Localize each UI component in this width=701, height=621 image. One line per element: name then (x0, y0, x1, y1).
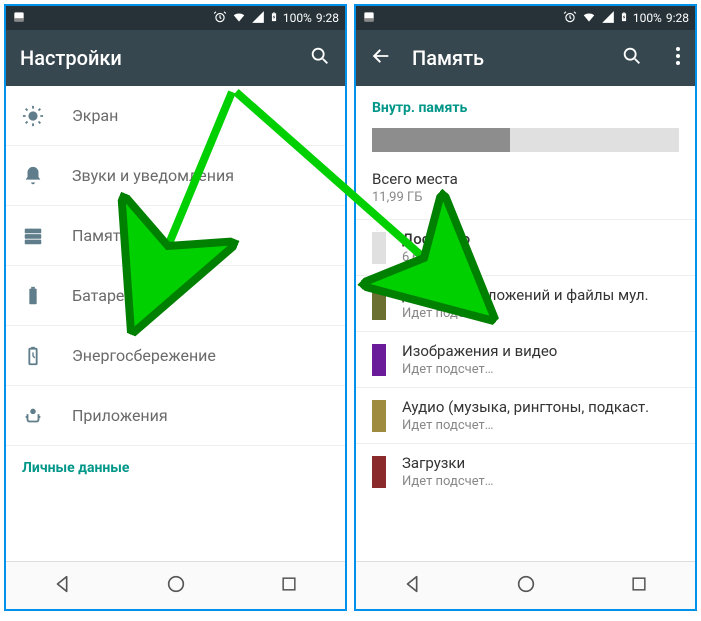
storage-used-fill (372, 128, 510, 152)
swatch-audio (372, 400, 386, 432)
swatch-downloads (372, 456, 386, 488)
recent-nav-icon[interactable] (279, 574, 299, 598)
swatch-apps (372, 288, 386, 320)
available-value: 6,63 ГБ (402, 250, 470, 265)
settings-item-storage[interactable]: Память (6, 206, 345, 266)
signal-icon (601, 10, 615, 27)
app-bar: Память (356, 30, 695, 86)
item-label: Экран (72, 106, 118, 125)
clock: 9:28 (316, 11, 339, 25)
brightness-icon (22, 105, 44, 127)
cat-label: Изображения и видео (402, 342, 557, 360)
cat-sub: Идет подсчет… (402, 474, 494, 489)
cat-sub: Идет подсчет… (402, 306, 649, 321)
phone-storage: 100% 9:28 Память Внутр. память Всего мес… (354, 4, 697, 611)
settings-item-apps[interactable]: Приложения (6, 386, 345, 446)
cat-label: Аудио (музыка, рингтоны, подкаст. (402, 398, 649, 416)
item-label: Звуки и уведомления (72, 166, 234, 185)
battery-percentage: 100% (283, 11, 312, 25)
wifi-icon (581, 10, 597, 27)
recent-nav-icon[interactable] (629, 574, 649, 598)
battery-icon (269, 10, 279, 27)
clock: 9:28 (666, 11, 689, 25)
screenshot-indicator-icon (362, 10, 376, 27)
item-label: Память (72, 226, 129, 245)
storage-icon (22, 225, 44, 247)
storage-content: Внутр. память Всего места 11,99 ГБ Досту… (356, 86, 695, 561)
cat-label: Данные приложений и файлы мул. (402, 286, 649, 304)
storage-available-row[interactable]: Доступно 6,63 ГБ (356, 219, 695, 275)
power-save-icon (22, 345, 44, 367)
settings-item-display[interactable]: Экран (6, 86, 345, 146)
swatch-images (372, 344, 386, 376)
overflow-menu-icon[interactable] (675, 46, 681, 70)
search-icon[interactable] (309, 45, 331, 71)
battery-item-icon (22, 285, 44, 307)
cat-sub: Идет подсчет… (402, 362, 557, 377)
settings-item-sounds[interactable]: Звуки и уведомления (6, 146, 345, 206)
nav-bar (6, 561, 345, 609)
cat-sub: Идет подсчет… (402, 418, 649, 433)
signal-icon (251, 10, 265, 27)
alarm-icon (563, 10, 577, 27)
apps-icon (22, 405, 44, 427)
page-title: Память (412, 46, 601, 70)
back-nav-icon[interactable] (52, 573, 74, 599)
wifi-icon (231, 10, 247, 27)
phone-settings: 100% 9:28 Настройки Экран Звуки и уведом… (4, 4, 347, 611)
settings-list: Экран Звуки и уведомления Память Батарея… (6, 86, 345, 561)
search-icon[interactable] (621, 45, 643, 71)
item-label: Батарея (72, 286, 133, 305)
storage-category-audio[interactable]: Аудио (музыка, рингтоны, подкаст. Идет п… (356, 387, 695, 443)
storage-category-images[interactable]: Изображения и видео Идет подсчет… (356, 331, 695, 387)
back-icon[interactable] (370, 45, 392, 71)
bell-icon (22, 165, 44, 187)
item-label: Приложения (72, 406, 168, 425)
page-title: Настройки (20, 46, 289, 70)
status-bar: 100% 9:28 (356, 6, 695, 30)
storage-usage-bar (372, 128, 679, 152)
nav-bar (356, 561, 695, 609)
cat-label: Загрузки (402, 454, 494, 472)
total-label: Всего места (372, 170, 679, 188)
section-personal-data: Личные данные (6, 446, 345, 482)
status-bar: 100% 9:28 (6, 6, 345, 30)
battery-percentage: 100% (633, 11, 662, 25)
item-label: Энергосбережение (72, 346, 216, 365)
swatch-available (372, 232, 386, 264)
home-nav-icon[interactable] (515, 573, 537, 599)
settings-item-power-saving[interactable]: Энергосбережение (6, 326, 345, 386)
available-label: Доступно (402, 230, 470, 248)
storage-category-downloads[interactable]: Загрузки Идет подсчет… (356, 443, 695, 499)
back-nav-icon[interactable] (402, 573, 424, 599)
alarm-icon (213, 10, 227, 27)
storage-category-apps[interactable]: Данные приложений и файлы мул. Идет подс… (356, 275, 695, 331)
screenshot-indicator-icon (12, 10, 26, 27)
storage-section-header: Внутр. память (356, 86, 695, 124)
settings-item-battery[interactable]: Батарея (6, 266, 345, 326)
total-value: 11,99 ГБ (372, 190, 679, 205)
battery-icon (619, 10, 629, 27)
storage-total: Всего места 11,99 ГБ (356, 166, 695, 219)
home-nav-icon[interactable] (165, 573, 187, 599)
app-bar: Настройки (6, 30, 345, 86)
